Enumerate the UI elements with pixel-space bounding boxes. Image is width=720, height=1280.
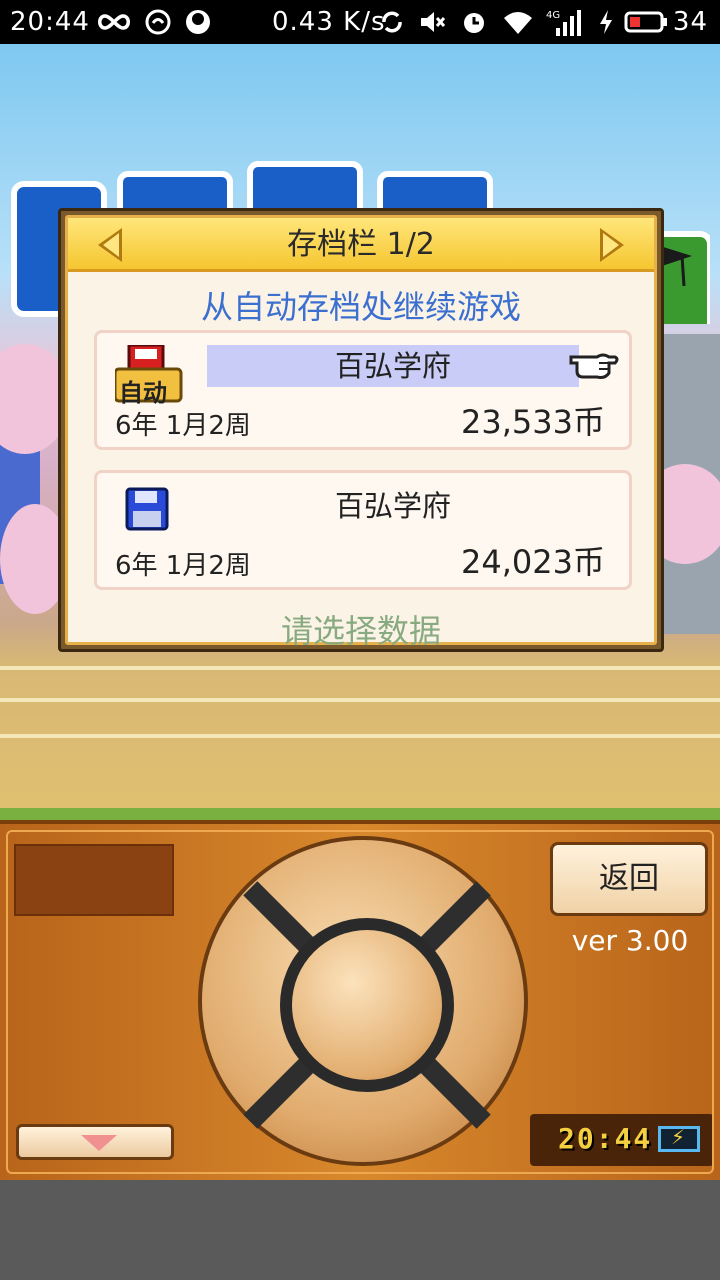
slot-date: 6年 1月2周 <box>115 551 251 581</box>
dpad-center <box>280 918 454 1092</box>
slot-money: 24,023币 <box>461 543 605 581</box>
status-time: 20:44 <box>10 7 90 37</box>
alarm-icon <box>464 13 484 33</box>
autosave-badge-label: 自动 <box>119 379 167 407</box>
signal-4g-icon: 4G <box>546 10 581 36</box>
grass-strip <box>0 808 720 820</box>
net-speed: 0.43 K/s <box>272 7 386 37</box>
down-triangle-icon <box>81 1135 117 1151</box>
confirm-button[interactable] <box>292 930 442 1080</box>
continue-autosave-link[interactable]: 从自动存档处继续游戏 <box>68 282 654 328</box>
slot-school-name: 百弘学府 <box>207 345 579 387</box>
battery-level: 34 <box>672 7 708 37</box>
battery-icon <box>624 11 667 33</box>
dialog-title: 存档栏 1/2 <box>287 227 435 262</box>
track-line <box>0 734 720 738</box>
dialog-header: 存档栏 1/2 <box>68 218 654 272</box>
app-icon <box>186 10 210 34</box>
autosave-badge: 自动 <box>113 343 185 407</box>
version-label: ver 3.00 <box>571 924 689 957</box>
infinity-icon <box>98 14 130 30</box>
controller-panel: 返回 ver 3.00 20:44 ⚡ <box>0 820 720 1180</box>
back-button[interactable]: 返回 <box>550 842 708 916</box>
controller-screen <box>14 844 174 916</box>
track-line <box>0 698 720 702</box>
qq-icon <box>145 9 171 35</box>
dialog-body: 存档栏 1/2 从自动存档处继续游戏 自动 百弘学府 6年 1月2周 23,53… <box>65 215 657 650</box>
select-data-prompt: 请选择数据 <box>280 612 441 650</box>
next-page-arrow-icon[interactable] <box>600 228 624 262</box>
clock-time: 20:44 <box>558 1122 653 1155</box>
save-slot-1[interactable]: 百弘学府 6年 1月2周 24,023币 <box>94 470 632 590</box>
status-bar: 20:44 0.43 K/s 4G 34 <box>0 0 720 44</box>
slot-date: 6年 1月2周 <box>115 411 251 441</box>
bottom-bar <box>0 1180 720 1280</box>
battery-charging-icon: ⚡ <box>658 1125 700 1152</box>
slot-money: 23,533币 <box>461 403 605 441</box>
track-line <box>0 666 720 670</box>
wifi-icon <box>504 12 532 34</box>
charging-icon <box>600 10 612 34</box>
save-slot-auto[interactable]: 自动 百弘学府 6年 1月2周 23,533币 <box>94 330 632 450</box>
floppy-disk-icon <box>125 487 169 535</box>
pointing-hand-icon <box>569 353 619 379</box>
scroll-down-button[interactable] <box>16 1124 174 1160</box>
svg-text:4G: 4G <box>546 10 560 21</box>
sync-icon <box>382 11 402 33</box>
dpad[interactable] <box>198 836 528 1166</box>
mute-icon <box>421 12 446 32</box>
slot-school-name: 百弘学府 <box>334 489 451 523</box>
save-slot-dialog: 存档栏 1/2 从自动存档处继续游戏 自动 百弘学府 6年 1月2周 23,53… <box>58 208 664 652</box>
game-clock: 20:44 ⚡ <box>530 1114 714 1166</box>
